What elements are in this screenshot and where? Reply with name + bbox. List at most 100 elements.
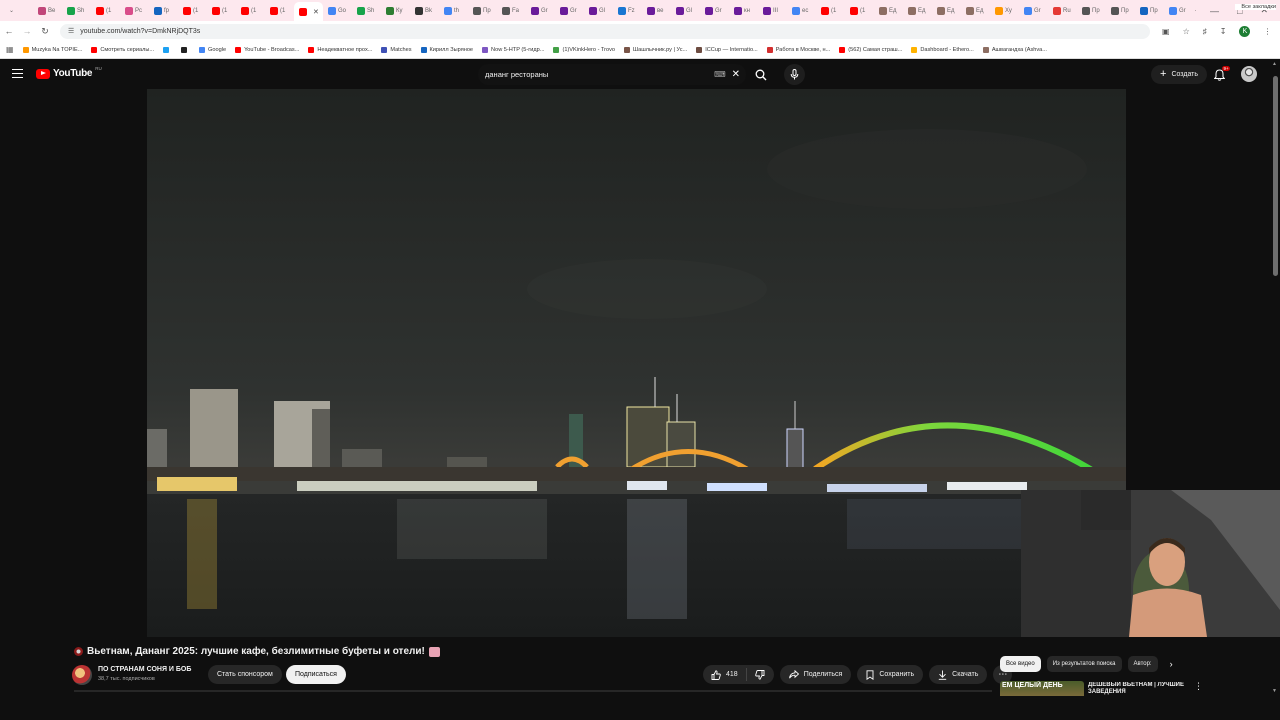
browser-tab[interactable]: ве [642, 2, 671, 19]
browser-tab[interactable]: кн [729, 2, 758, 19]
menu-icon[interactable] [12, 69, 23, 78]
scroll-down-icon[interactable]: ▼ [1272, 688, 1277, 694]
browser-tab[interactable]: Пр [1077, 2, 1106, 19]
video-player[interactable] [147, 89, 1126, 637]
browser-tab[interactable]: (1 [816, 2, 845, 19]
dislike-button[interactable] [747, 669, 774, 680]
browser-tab[interactable]: (1 [236, 2, 265, 19]
bookmark-item[interactable]: Неадекватное прох... [308, 46, 372, 53]
tab-search-icon[interactable]: ⌄ [4, 2, 33, 19]
browser-tab[interactable]: Sh [62, 2, 91, 19]
browser-tab[interactable]: (1 [178, 2, 207, 19]
bookmark-item[interactable]: Google [199, 46, 226, 53]
browser-tab[interactable]: (1 [265, 2, 294, 19]
download-button[interactable]: Скачать [929, 665, 988, 684]
url-field[interactable]: ☰ youtube.com/watch?v=DmkNRjDQT3s [60, 23, 1150, 39]
sponsor-button[interactable]: Стать спонсором [208, 665, 282, 684]
bookmark-item[interactable]: YouTube - Broadcas... [235, 46, 299, 53]
browser-tab[interactable]: Fz [613, 2, 642, 19]
browser-tab[interactable]: Gr [1019, 2, 1048, 19]
browser-tab[interactable]: Sh [352, 2, 381, 19]
install-icon[interactable]: ▣ [1162, 27, 1170, 36]
scrollbar-thumb[interactable] [1273, 76, 1278, 276]
keyboard-icon[interactable]: ⌨ [714, 70, 726, 79]
save-button[interactable]: Сохранить [857, 665, 924, 684]
bookmark-item[interactable]: Ашвагандха (Ashva... [982, 46, 1047, 53]
bookmark-item[interactable]: ICCup — Internatio... [696, 46, 758, 53]
browser-tab[interactable]: Ru [1048, 2, 1077, 19]
browser-tab[interactable]: Ве [33, 2, 62, 19]
browser-tab[interactable]: Пр [1106, 2, 1135, 19]
browser-tab[interactable]: Fa [497, 2, 526, 19]
bookmark-item[interactable] [163, 46, 172, 53]
share-button[interactable]: Поделиться [779, 665, 852, 684]
reload-icon[interactable]: ↻ [36, 26, 54, 37]
browser-menu-icon[interactable]: ⋮ [1263, 27, 1271, 36]
minimize-icon[interactable]: — [1210, 6, 1219, 16]
bookmark-item[interactable]: Смотреть сериалы... [91, 46, 154, 53]
apps-icon[interactable]: ▦ [6, 45, 14, 54]
forward-icon[interactable]: → [18, 26, 36, 36]
browser-tab[interactable]: (1 [207, 2, 236, 19]
bookmark-item[interactable]: Dashboard - Ethero... [911, 46, 974, 53]
close-tab-icon[interactable]: ✕ [313, 8, 319, 16]
bookmark-item[interactable]: Muzyka Na TOPIE... [22, 46, 82, 53]
channel-name[interactable]: ПО СТРАНАМ СОНЯ И БОБ [98, 666, 191, 673]
browser-tab[interactable]: III [758, 2, 787, 19]
browser-tab[interactable]: Gr [1164, 2, 1193, 19]
browser-tab[interactable]: Пр [1135, 2, 1164, 19]
downloads-icon[interactable]: ↧ [1220, 27, 1227, 36]
bookmark-item[interactable]: Now 5-HTP (5-гидр... [482, 46, 544, 53]
bookmark-item[interactable]: Matches [381, 46, 412, 53]
recommendation-title[interactable]: ДЕШЕВЫЙ ВЬЕТНАМ | ЛУЧШИЕ ЗАВЕДЕНИЯ [1088, 682, 1186, 696]
subscribe-button[interactable]: Подписаться [286, 665, 346, 684]
browser-tab[interactable]: Ку [381, 2, 410, 19]
browser-tab[interactable]: Пр [468, 2, 497, 19]
browser-tab[interactable]: Gl [671, 2, 700, 19]
browser-tab[interactable]: ✕ [294, 2, 323, 21]
recommendation-menu-icon[interactable]: ⋮ [1194, 681, 1203, 692]
like-button[interactable]: 418 [703, 668, 747, 681]
voice-search-button[interactable] [784, 64, 805, 85]
chip-from-search[interactable]: Из результатов поиска [1046, 656, 1122, 672]
browser-tab[interactable]: Gr [555, 2, 584, 19]
browser-tab[interactable]: Bk [410, 2, 439, 19]
create-button[interactable]: + Создать [1151, 65, 1208, 84]
back-icon[interactable]: ← [0, 26, 18, 36]
browser-tab[interactable]: fp [149, 2, 178, 19]
browser-tab[interactable]: Gr [526, 2, 555, 19]
browser-tab[interactable]: ес [787, 2, 816, 19]
profile-avatar[interactable]: K [1239, 25, 1251, 37]
clear-search-icon[interactable]: ✕ [732, 69, 740, 80]
channel-avatar[interactable] [72, 665, 92, 685]
browser-tab[interactable]: Pc [120, 2, 149, 19]
browser-tab[interactable]: Ед [903, 2, 932, 19]
browser-tab[interactable]: th [439, 2, 468, 19]
search-button[interactable] [748, 64, 774, 85]
browser-tab[interactable]: Ху [990, 2, 1019, 19]
chevron-right-icon[interactable]: › [1170, 659, 1173, 669]
youtube-logo[interactable]: YouTube RU [36, 66, 102, 79]
account-avatar[interactable] [1241, 66, 1257, 82]
browser-tab[interactable]: (1 [845, 2, 874, 19]
search-input[interactable]: дананг рестораны ⌨ ✕ [478, 64, 746, 85]
browser-tab[interactable]: Ед [932, 2, 961, 19]
all-bookmarks-link[interactable]: Все закладки [1235, 4, 1276, 10]
page-scrollbar[interactable]: ▲ ▼ [1272, 61, 1278, 696]
bookmark-item[interactable]: Работа в Москве, н... [766, 46, 830, 53]
chip-author[interactable]: Автор: [1127, 656, 1158, 672]
recommendation-thumbnail[interactable]: ЕМ ЦЕЛЫЙ ДЕНЬ [1000, 681, 1084, 696]
bookmark-item[interactable]: Шашлычник.ру | Ус... [624, 46, 687, 53]
bookmark-item[interactable] [181, 46, 190, 53]
bookmark-item[interactable]: (562) Самая страш... [839, 46, 902, 53]
bookmark-item[interactable]: Кирилл Зыряное [420, 46, 473, 53]
browser-tab[interactable]: Ед [961, 2, 990, 19]
browser-tab[interactable]: Gr [700, 2, 729, 19]
scroll-up-icon[interactable]: ▲ [1272, 61, 1277, 67]
browser-tab[interactable]: Gl [584, 2, 613, 19]
chip-all-videos[interactable]: Все видео [1000, 656, 1041, 672]
browser-tab[interactable]: (1 [91, 2, 120, 19]
bookmark-item[interactable]: (1)VKinkHero - Trovo [553, 46, 615, 53]
extensions-icon[interactable]: ♯ [1203, 27, 1207, 36]
browser-tab[interactable]: Go [323, 2, 352, 19]
